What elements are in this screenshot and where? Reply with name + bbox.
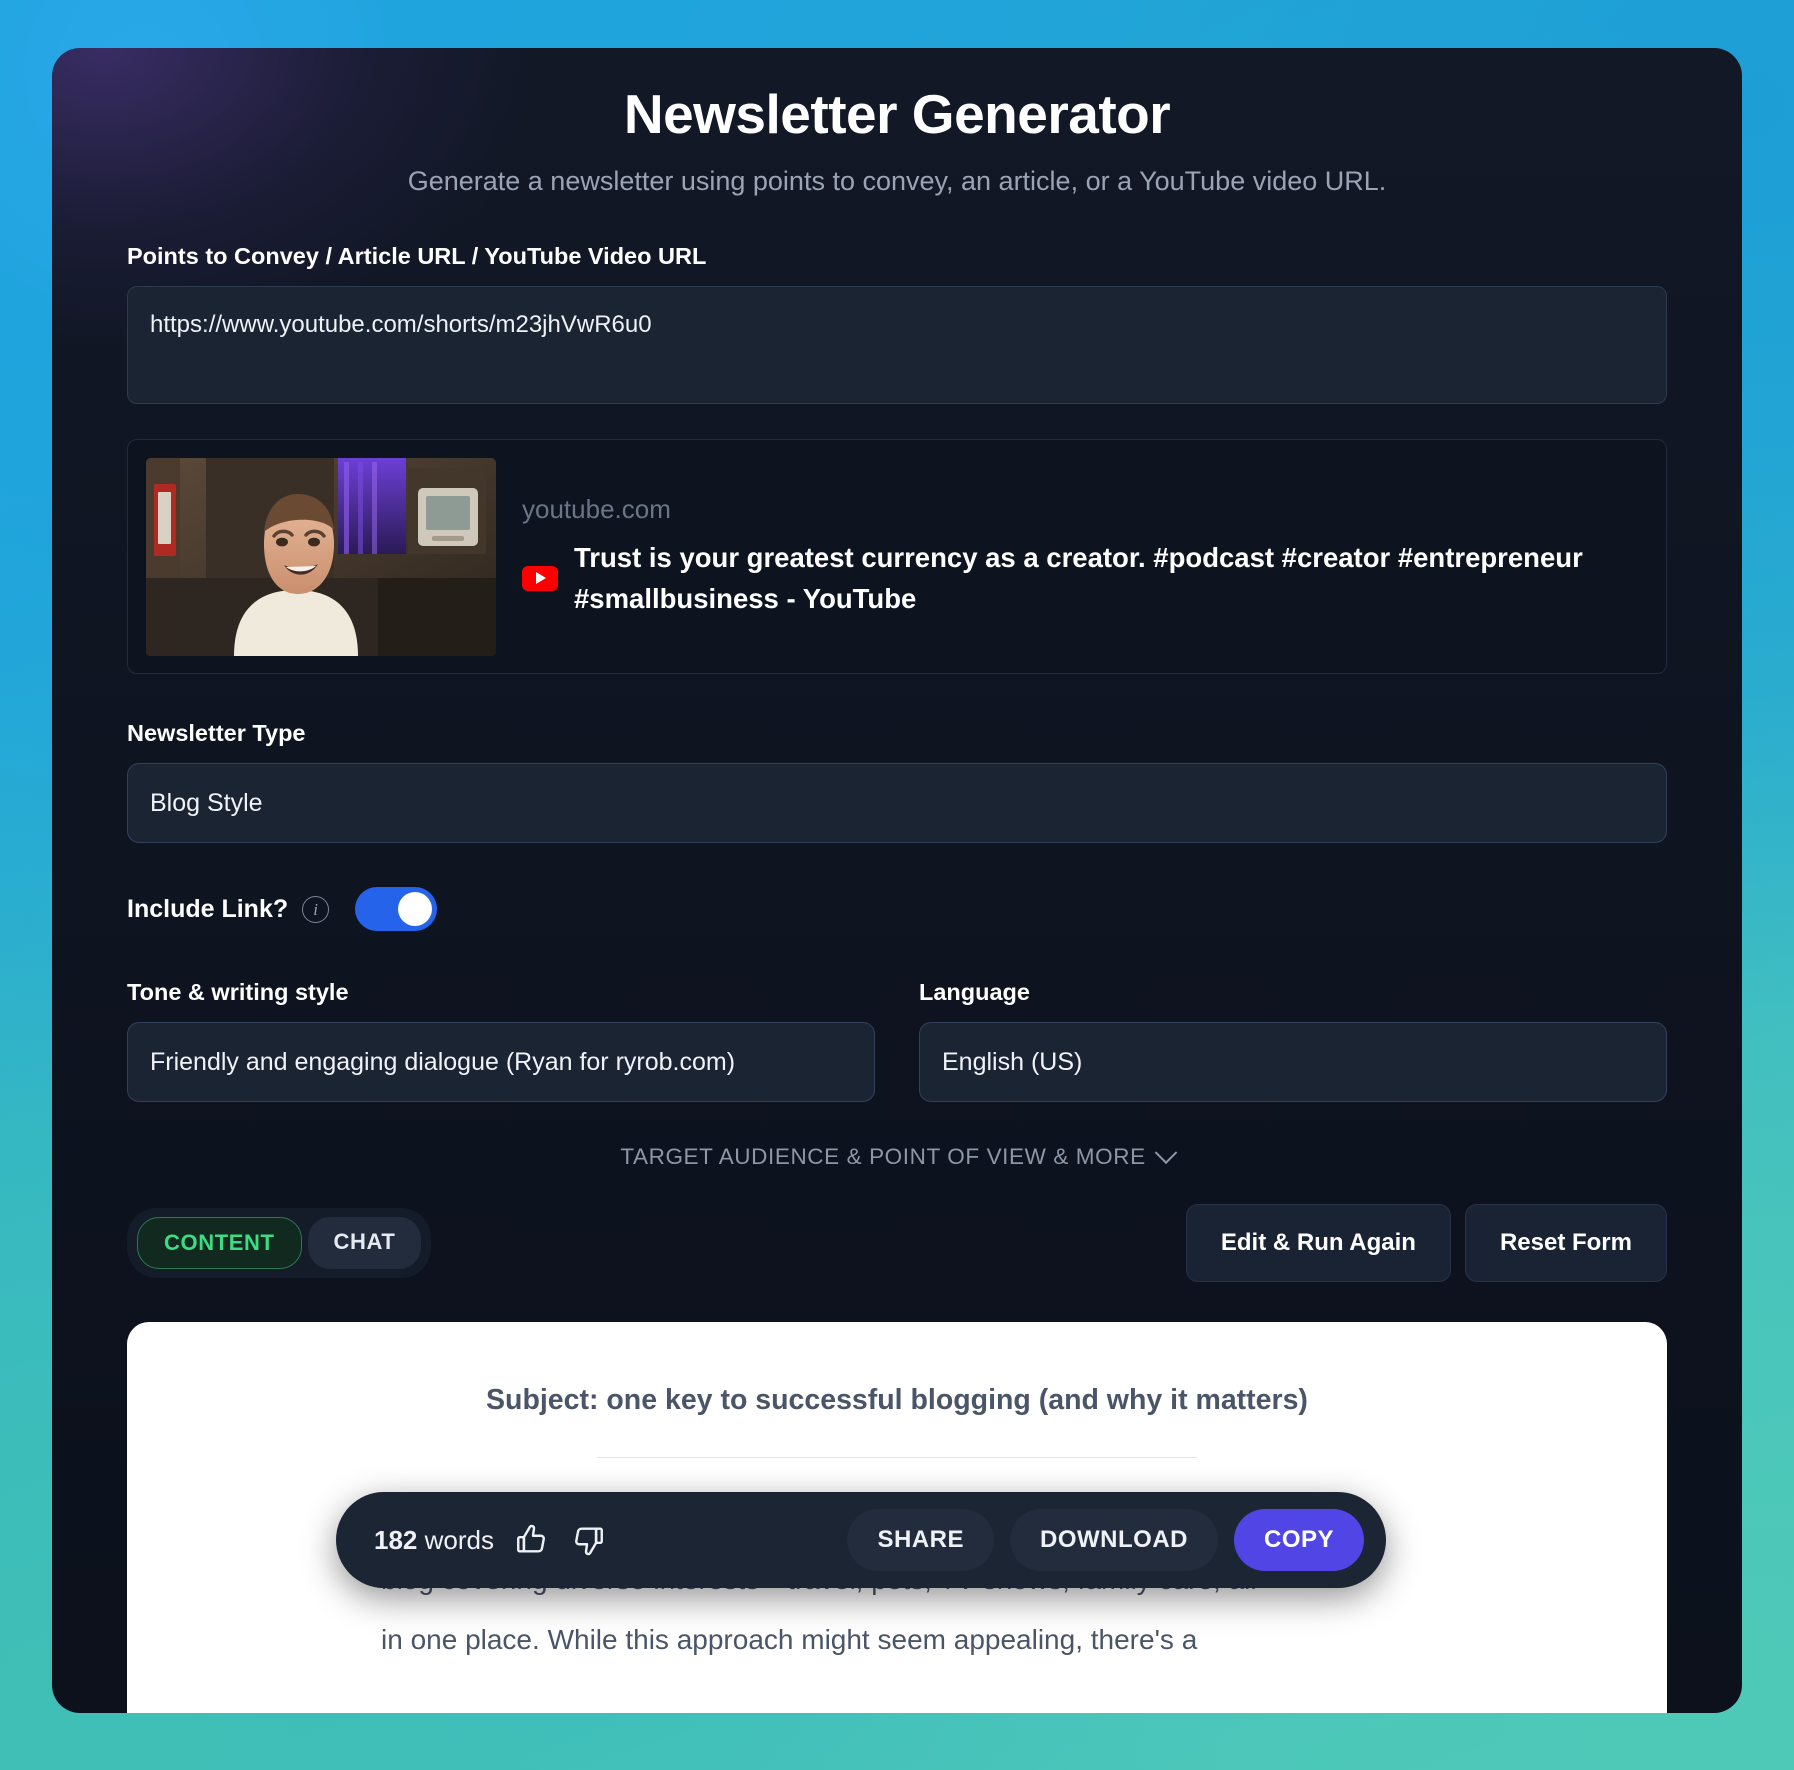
include-link-label: Include Link? xyxy=(127,894,289,923)
language-column: Language English (US) xyxy=(919,931,1667,1102)
newsletter-type-value: Blog Style xyxy=(150,788,263,817)
reset-form-button[interactable]: Reset Form xyxy=(1464,1204,1667,1282)
form-area: Points to Convey / Article URL / YouTube… xyxy=(52,243,1742,1282)
newsletter-type-select[interactable]: Blog Style xyxy=(127,763,1667,843)
advanced-options-label: TARGET AUDIENCE & POINT OF VIEW & MORE xyxy=(620,1144,1146,1169)
tone-label: Tone & writing style xyxy=(127,979,349,1005)
output-subject: Subject: one key to successful blogging … xyxy=(486,1384,1308,1416)
copy-button[interactable]: COPY xyxy=(1233,1509,1364,1571)
word-count: 182 words xyxy=(374,1525,494,1556)
youtube-icon xyxy=(522,565,558,591)
thumbs-up-icon[interactable] xyxy=(510,1519,552,1561)
language-value: English (US) xyxy=(942,1047,1083,1076)
language-select[interactable]: English (US) xyxy=(919,1022,1667,1102)
link-preview-card[interactable]: youtube.com Trust is your greatest curre… xyxy=(127,439,1667,674)
tab-chat[interactable]: CHAT xyxy=(307,1217,422,1269)
output-divider xyxy=(597,1457,1197,1458)
word-count-unit: words xyxy=(424,1524,494,1555)
output-toolbar: 182 words SHARE DOWNLOAD COPY xyxy=(336,1492,1386,1588)
view-tab-group: CONTENT CHAT xyxy=(127,1208,432,1278)
page-title: Newsletter Generator xyxy=(623,83,1171,145)
actions-row: CONTENT CHAT Edit & Run Again Reset Form xyxy=(127,1204,1667,1282)
link-title: Trust is your greatest currency as a cre… xyxy=(574,541,1583,614)
chevron-down-icon xyxy=(1154,1141,1178,1165)
tone-select[interactable]: Friendly and engaging dialogue (Ryan for… xyxy=(127,1022,875,1102)
download-button[interactable]: DOWNLOAD xyxy=(1010,1509,1218,1571)
info-icon[interactable]: i xyxy=(302,895,330,923)
points-to-convey-input[interactable] xyxy=(127,286,1667,404)
points-to-convey-wrapper xyxy=(127,270,1667,409)
points-to-convey-label: Points to Convey / Article URL / YouTube… xyxy=(127,243,707,269)
edit-run-again-button[interactable]: Edit & Run Again xyxy=(1185,1204,1451,1282)
thumbs-down-icon[interactable] xyxy=(568,1519,610,1561)
newsletter-type-label: Newsletter Type xyxy=(127,720,306,746)
page-subtitle: Generate a newsletter using points to co… xyxy=(407,166,1387,196)
language-label: Language xyxy=(919,979,1030,1005)
link-preview-meta: youtube.com Trust is your greatest curre… xyxy=(522,494,1648,620)
share-button[interactable]: SHARE xyxy=(847,1509,994,1571)
tone-language-row: Tone & writing style Friendly and engagi… xyxy=(127,931,1667,1102)
link-title-row: Trust is your greatest currency as a cre… xyxy=(522,537,1640,620)
output-body-line-2: in one place. While this approach might … xyxy=(381,1623,1198,1655)
tab-content[interactable]: CONTENT xyxy=(137,1217,302,1269)
app-window: Newsletter Generator Generate a newslett… xyxy=(52,48,1742,1713)
link-domain: youtube.com xyxy=(522,493,671,524)
toggle-knob xyxy=(398,892,433,926)
tone-value: Friendly and engaging dialogue (Ryan for… xyxy=(150,1047,736,1076)
video-thumbnail xyxy=(146,457,496,656)
tone-column: Tone & writing style Friendly and engagi… xyxy=(127,931,875,1102)
form-buttons: Edit & Run Again Reset Form xyxy=(1185,1204,1667,1282)
include-link-toggle[interactable] xyxy=(355,887,438,931)
word-count-number: 182 xyxy=(374,1524,418,1555)
advanced-options-toggle[interactable]: TARGET AUDIENCE & POINT OF VIEW & MORE xyxy=(127,1141,1667,1170)
include-link-row: Include Link? i xyxy=(127,887,1667,931)
